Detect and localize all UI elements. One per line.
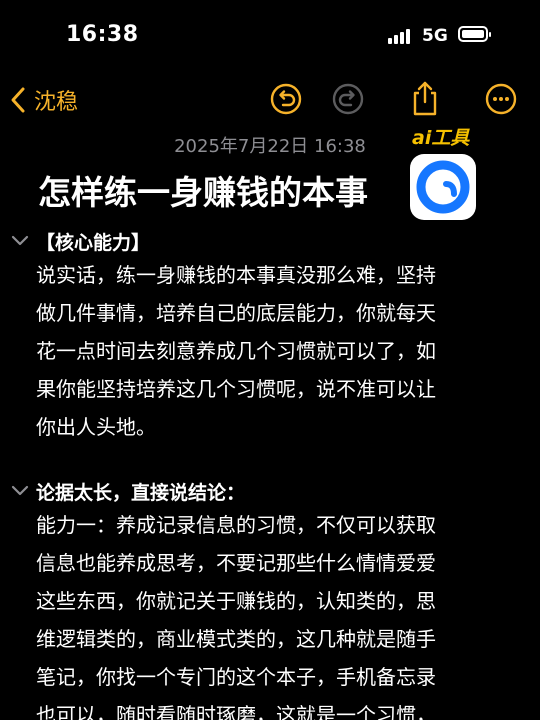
network-type: 5G	[422, 26, 448, 46]
body-line: 维逻辑类的，商业模式类的，这几种就是随手	[36, 627, 436, 651]
watermark-text: ai工具	[412, 127, 470, 149]
notes-screen: 16:38 5G 沈稳 2025年7月22日 16:38 ai工具 怎样练一身赚…	[0, 0, 540, 720]
section-body: 能力一：养成记录信息的习惯，不仅可以获取 信息也能养成思考，不要记那些什么情情爱…	[36, 506, 436, 720]
section-heading-text: 论据太长，直接说结论：	[36, 481, 246, 504]
body-line: 也可以，随时看随时琢磨，这就是一个习惯，	[36, 703, 436, 720]
cellular-signal-icon	[388, 28, 414, 44]
share-icon[interactable]	[408, 80, 442, 116]
body-line: 做几件事情，培养自己的底层能力，你就每天	[36, 301, 436, 325]
back-button[interactable]: 沈稳	[10, 84, 78, 116]
battery-icon	[458, 26, 491, 42]
section-body: 说实话，练一身赚钱的本事真没那么难，坚持 做几件事情，培养自己的底层能力，你就每…	[36, 256, 436, 446]
back-label: 沈稳	[34, 90, 79, 115]
section-heading-text: 【核心能力】	[36, 231, 151, 254]
more-icon[interactable]	[484, 82, 518, 116]
chevron-down-icon	[10, 484, 36, 498]
body-line: 你出人头地。	[36, 415, 156, 439]
body-line: 这些东西，你就记关于赚钱的，认知类的，思	[36, 589, 436, 613]
body-line: 果你能坚持培养这几个习惯呢，说不准可以让	[36, 377, 436, 401]
chevron-left-icon	[10, 86, 26, 114]
app-logo-icon	[410, 154, 476, 220]
body-line: 花一点时间去刻意养成几个习惯就可以了，如	[36, 339, 436, 363]
section-heading[interactable]: 论据太长，直接说结论：	[10, 476, 245, 506]
body-line: 能力一：养成记录信息的习惯，不仅可以获取	[36, 513, 436, 537]
redo-icon[interactable]	[331, 82, 365, 116]
body-line: 说实话，练一身赚钱的本事真没那么难，坚持	[36, 263, 436, 287]
status-time: 16:38	[66, 22, 139, 47]
note-title: 怎样练一身赚钱的本事	[38, 173, 368, 212]
chevron-down-icon	[10, 234, 36, 248]
body-line: 笔记，你找一个专门的这个本子，手机备忘录	[36, 665, 436, 689]
section-heading[interactable]: 【核心能力】	[10, 226, 150, 256]
body-line: 信息也能养成思考，不要记那些什么情情爱爱	[36, 551, 436, 575]
undo-icon[interactable]	[269, 82, 303, 116]
